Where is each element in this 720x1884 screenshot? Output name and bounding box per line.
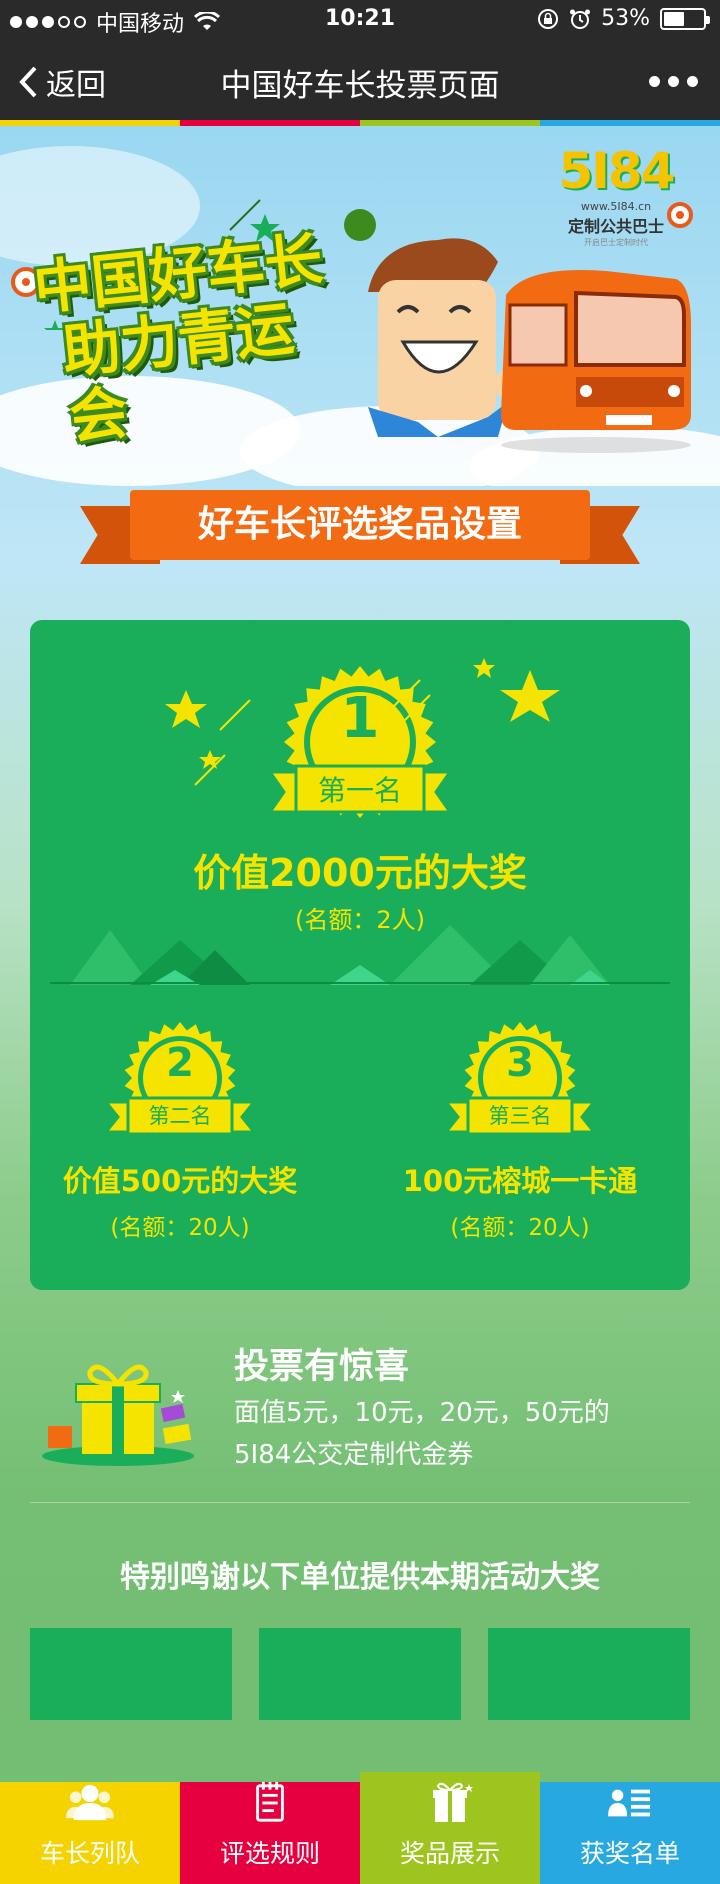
contact-list-icon [608,1789,651,1817]
voting-surprise-section: 投票有惊喜 面值5元，10元，20元，50元的 5I84公交定制代金券 [30,1330,690,1480]
gift-icon [433,1782,473,1822]
bus-image [501,270,691,453]
sponsor-logo-3[interactable] [488,1628,690,1720]
second-prize-quota: (名额：20人) [110,1215,250,1241]
logo-tagline: 开启巴士定制时代 [584,238,648,247]
rotation-lock-icon [538,8,559,29]
brand-logo: 5I84 www.5I84.cn 定制公共巴士 开启巴士定制时代 [556,142,676,252]
second-prize: 2 第二名 价值500元的大奖 (名额：20人) [30,1020,330,1242]
first-prize-value: 价值2000元的大奖 [193,851,527,895]
users-icon [66,1784,114,1821]
gift-icon [42,1364,194,1466]
sponsor-logo-1[interactable] [30,1628,232,1720]
battery-percent: 53% [601,6,650,31]
battery-fill [664,11,685,26]
tab-label-selection-rules: 评选规则 [219,1839,320,1868]
first-prize-quota: (名额：2人) [295,906,425,934]
tab-driver-list[interactable]: 车长列队 [0,1782,180,1884]
battery-icon [660,7,710,30]
alarm-icon [570,9,591,29]
surprise-description: 面值5元，10元，20元，50元的 5I84公交定制代金券 [234,1392,610,1476]
section-divider [30,1502,690,1503]
tab-winner-list[interactable]: 获奖名单 [540,1782,720,1884]
third-prize-value: 100元榕城一卡通 [402,1164,638,1198]
second-place-rank: 2 [166,1040,194,1086]
banner-title: 好车长评选奖品设置 [197,504,522,545]
status-bar: 中国移动 10:21 53% [0,0,720,40]
tab-selection-rules[interactable]: 评选规则 [180,1782,360,1884]
surprise-line1: 面值5元，10元，20元，50元的 [234,1398,610,1428]
more-menu-button[interactable] [649,76,698,87]
logo-text: 5I84 [558,142,676,200]
third-place-rank: 3 [506,1040,534,1086]
sponsors-heading: 特别鸣谢以下单位提供本期活动大奖 [120,1560,600,1595]
tab-label-driver-list: 车长列队 [39,1839,140,1868]
hero-title: 中国好车长 助力青运会 [30,225,349,453]
second-place-badge: 第二名 [148,1104,212,1128]
second-prize-value: 价值500元的大奖 [62,1164,298,1198]
notepad-icon [256,1782,284,1822]
page-title: 中国好车长投票页面 [220,68,500,104]
logo-slogan: 定制公共巴士 [567,217,664,236]
bottom-tab-bar: 车长列队 评选规则 奖品展示 获奖名单 [0,1772,720,1884]
surprise-line2: 5I84公交定制代金券 [234,1440,474,1470]
tab-prize-display[interactable]: 奖品展示 [360,1772,540,1884]
third-prize-quota: (名额：20人) [450,1215,590,1241]
sponsor-logo-2[interactable] [259,1628,461,1720]
third-place-badge: 第三名 [488,1104,552,1128]
stars-decoration [165,658,560,786]
card-divider [50,982,670,984]
target-icon [667,202,693,228]
prize-settings-banner: 好车长评选奖品设置 [80,490,640,574]
status-right: 53% [537,6,710,31]
tab-label-prize-display: 奖品展示 [399,1839,500,1868]
third-prize: 3 第三名 100元榕城一卡通 (名额：20人) [370,1020,670,1242]
prize-card: 1 第一名 价值2000元的大奖 (名额：2人) 2 第二名 价值500元的大奖… [30,620,690,1290]
tab-label-winner-list: 获奖名单 [579,1839,680,1868]
logo-url: www.5I84.cn [580,200,652,213]
surprise-title: 投票有惊喜 [234,1347,410,1387]
nav-bar: 返回 中国好车长投票页面 [0,40,720,124]
